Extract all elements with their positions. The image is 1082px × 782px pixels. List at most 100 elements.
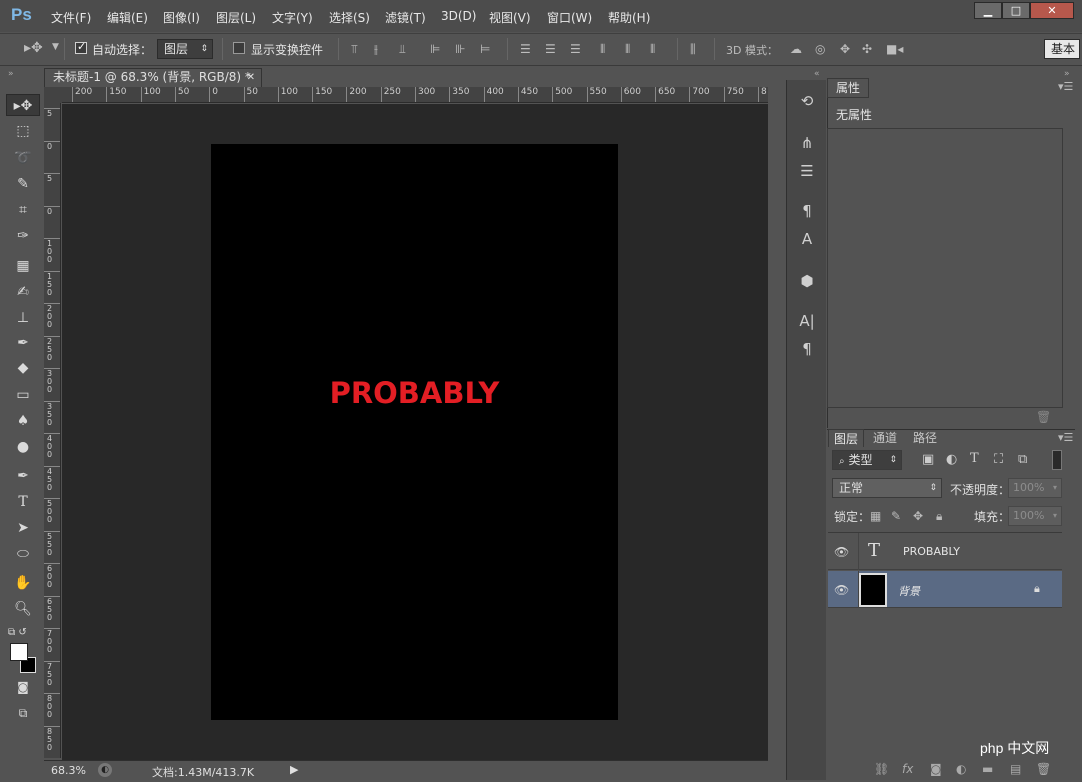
menu-item-10[interactable]: 帮助(H) [608, 9, 650, 26]
align-vcenter-icon[interactable]: ⫲ [374, 42, 378, 57]
lasso-tool-icon[interactable]: ➰ [6, 147, 40, 169]
gradient-tool-icon[interactable]: ▭ [6, 384, 40, 406]
layer-row-background[interactable]: 👁︎ 背景 🔒︎ [828, 571, 1062, 608]
3d-pan-icon[interactable]: ✥ [840, 42, 850, 56]
history-panel-icon[interactable]: ⟲ [787, 92, 827, 110]
menu-item-8[interactable]: 视图(V) [489, 9, 531, 26]
brush-presets-icon[interactable]: ⋔ [787, 134, 827, 152]
dock-collapse-icon[interactable]: « [814, 69, 820, 79]
layer-row-text[interactable]: 👁︎ T PROBABLY [828, 533, 1062, 570]
tab-layers[interactable]: 图层 [828, 429, 865, 447]
3d-scale-icon[interactable]: ■◂ [886, 42, 903, 56]
crop-tool-icon[interactable]: ⌗ [6, 199, 40, 221]
type-tool-icon[interactable]: T [6, 491, 40, 513]
tab-paths[interactable]: 路径 [908, 429, 942, 447]
filter-smart-object-icon[interactable]: ⧉ [1018, 452, 1027, 467]
distribute-top-icon[interactable]: ☰ [520, 42, 531, 56]
menu-item-6[interactable]: 滤镜(T) [385, 9, 426, 26]
blend-mode-dropdown[interactable]: 正常 ⇕ [832, 478, 942, 498]
auto-select-checkbox[interactable]: ✓ [75, 40, 87, 54]
distribute-vcenter-icon[interactable]: ☰ [545, 42, 556, 56]
3d-panel-icon[interactable]: ⬢ [787, 272, 827, 290]
screen-mode-icon[interactable]: ⧉ [6, 702, 40, 724]
lock-transparency-icon[interactable]: ▦ [870, 509, 881, 523]
link-layers-icon[interactable]: ⛓ [874, 762, 889, 776]
character-styles-icon[interactable]: ¶ [787, 202, 827, 220]
paragraph-panel-icon[interactable]: ¶ [787, 340, 827, 358]
move-tool-icon[interactable]: ▸✥ [24, 40, 43, 56]
workspace-switcher[interactable]: 基本 [1044, 39, 1080, 59]
properties-delete-icon[interactable]: 🗑︎ [1036, 410, 1051, 424]
marquee-tool-icon[interactable]: ⬚ [6, 120, 40, 142]
lock-position-icon[interactable]: ✥ [913, 509, 923, 523]
hand-tool-icon[interactable]: ✋ [6, 572, 40, 594]
properties-tab[interactable]: 属性 [827, 78, 869, 98]
canvas-text[interactable]: PROBABLY [211, 376, 618, 410]
path-select-tool-icon[interactable]: ➤ [6, 517, 40, 539]
tool-preset-chevron-icon[interactable]: ▼ [52, 42, 59, 52]
filter-adjustment-icon[interactable]: ◐ [946, 452, 957, 467]
visibility-eye-icon[interactable]: 👁︎ [834, 545, 849, 559]
restore-button[interactable]: □ [1002, 2, 1030, 19]
filter-type-icon[interactable]: T [970, 451, 979, 466]
layer-name[interactable]: 背景 [898, 583, 920, 599]
vertical-ruler[interactable]: 5 0 5 0 100 150 200 250 300 350 400 450 500 550 600 650… [44, 103, 61, 758]
opacity-input[interactable]: 100% ▾ [1008, 478, 1062, 498]
align-top-icon[interactable]: ⫪ [351, 42, 358, 57]
properties-menu-icon[interactable]: ▾☰ [1058, 80, 1073, 93]
layer-name[interactable]: PROBABLY [903, 545, 960, 558]
align-left-icon[interactable]: ⊫ [430, 42, 440, 56]
status-info-icon[interactable]: ◐ [98, 763, 112, 777]
close-document-icon[interactable]: ✕ [247, 69, 255, 86]
layers-menu-icon[interactable]: ▾☰ [1058, 431, 1073, 444]
filter-shape-icon[interactable]: ⛶ [994, 452, 1003, 467]
distribute-right-icon[interactable]: ⦀ [650, 42, 655, 57]
menu-item-9[interactable]: 窗口(W) [547, 9, 592, 26]
blur-tool-icon[interactable]: ♠ [6, 410, 40, 432]
3d-rotate-icon[interactable]: ☁ [790, 42, 802, 56]
document-tab[interactable]: 未标题-1 @ 68.3% (背景, RGB/8) * ✕ [44, 68, 262, 87]
pen-tool-icon[interactable]: ✒ [6, 465, 40, 487]
menu-item-5[interactable]: 选择(S) [329, 9, 370, 26]
show-transform-checkbox[interactable] [233, 42, 245, 54]
new-layer-icon[interactable]: ▤ [1010, 762, 1021, 776]
adjustment-layer-icon[interactable]: ◐ [956, 762, 966, 776]
eyedropper-tool-icon[interactable]: ✑ [6, 225, 40, 247]
document-canvas[interactable]: PROBABLY [211, 144, 618, 720]
foreground-color-swatch[interactable] [10, 643, 28, 661]
menu-item-7[interactable]: 3D(D) [441, 9, 476, 23]
toolbox-collapse-icon[interactable]: » [8, 69, 14, 79]
visibility-eye-icon[interactable]: 👁︎ [834, 583, 849, 597]
stamp-tool-icon[interactable]: ⊥ [6, 307, 40, 329]
dodge-tool-icon[interactable]: ● [6, 436, 40, 458]
healing-brush-tool-icon[interactable]: ▦ [6, 255, 40, 277]
default-colors-icon[interactable]: ⧉ ↺ [6, 622, 40, 644]
lock-pixels-icon[interactable]: ✎ [891, 509, 901, 523]
status-menu-arrow-icon[interactable]: ▶ [290, 763, 298, 776]
auto-select-dropdown[interactable]: 图层 ⇕ [157, 39, 213, 59]
3d-roll-icon[interactable]: ◎ [815, 42, 825, 56]
close-button[interactable]: ✕ [1030, 2, 1074, 19]
ellipse-tool-icon[interactable]: ⬭ [6, 543, 40, 565]
brush-panel-icon[interactable]: ☰ [787, 162, 827, 180]
quick-select-tool-icon[interactable]: ✎ [6, 173, 40, 195]
delete-layer-icon[interactable]: 🗑︎ [1036, 762, 1051, 776]
new-group-icon[interactable]: ▬ [982, 762, 993, 776]
menu-item-3[interactable]: 图层(L) [216, 9, 256, 26]
layer-style-icon[interactable]: fx [902, 762, 913, 776]
tab-channels[interactable]: 通道 [868, 429, 902, 447]
zoom-tool-icon[interactable]: 🔍︎ [6, 598, 40, 620]
menu-item-4[interactable]: 文字(Y) [272, 9, 313, 26]
paragraph-styles-icon[interactable]: A [787, 230, 827, 248]
ruler-origin[interactable] [44, 87, 62, 103]
align-hcenter-icon[interactable]: ⊪ [455, 42, 465, 56]
align-bottom-icon[interactable]: ⫫ [399, 42, 406, 57]
eraser-tool-icon[interactable]: ◆ [6, 357, 40, 379]
filter-pixel-icon[interactable]: ▣ [922, 452, 934, 467]
align-right-icon[interactable]: ⊨ [480, 42, 490, 56]
minimize-button[interactable]: ▁ [974, 2, 1002, 19]
brush-tool-icon[interactable]: ✍ [6, 281, 40, 303]
menu-item-2[interactable]: 图像(I) [163, 9, 200, 26]
menu-item-1[interactable]: 编辑(E) [107, 9, 148, 26]
zoom-level[interactable]: 68.3% [51, 764, 86, 777]
